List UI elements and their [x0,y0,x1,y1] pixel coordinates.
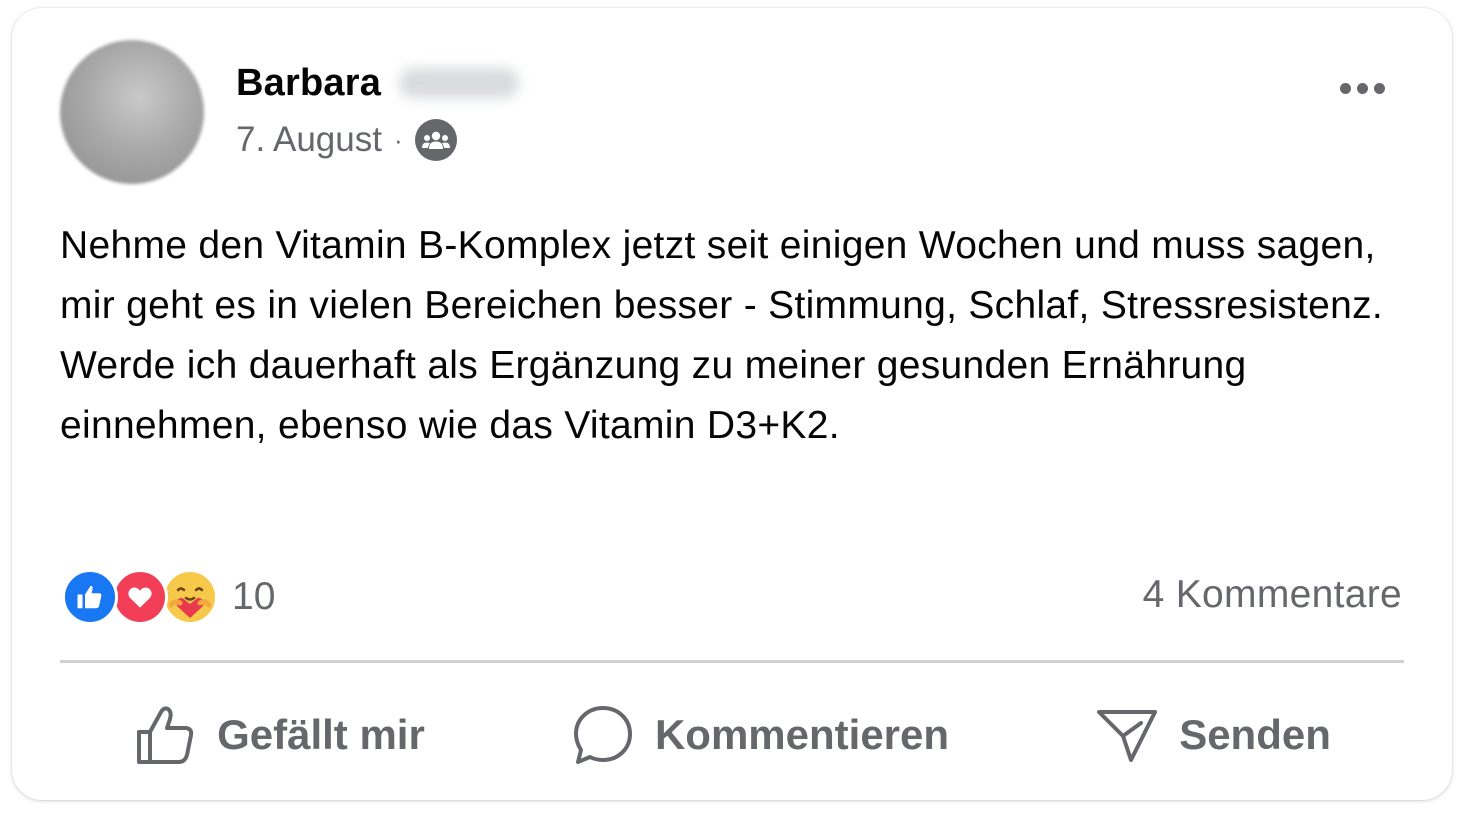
divider [60,660,1404,663]
post-text: Nehme den Vitamin B-Komplex jetzt seit e… [60,224,1384,447]
post-card: Barbara 7. August · Nehme den Vitamin B-… [12,8,1452,800]
reactions-summary[interactable]: 10 [62,568,275,626]
post-header: Barbara [236,60,520,106]
post-date[interactable]: 7. August [236,120,382,160]
blurred-surname [399,68,520,98]
comment-button[interactable]: Kommentieren [551,693,969,777]
comment-button-label: Kommentieren [654,711,950,758]
more-dot [1373,82,1385,94]
more-options-button[interactable] [1332,68,1392,108]
comments-count-link[interactable]: 4 Kommentare [1143,573,1402,617]
comment-bubble-icon [573,706,632,764]
more-dot [1356,82,1368,94]
care-reaction-icon [162,569,218,625]
thumbs-up-icon [137,706,194,764]
like-reaction-icon [62,569,118,625]
love-reaction-icon [112,569,168,625]
reaction-count[interactable]: 10 [232,575,275,619]
like-button[interactable]: Gefällt mir [113,693,445,777]
action-bar: Gefällt mir Kommentieren Senden [60,680,1404,790]
send-button-label: Senden [1179,711,1331,758]
author-name[interactable]: Barbara [236,62,381,105]
meta-separator: · [393,125,403,155]
send-button[interactable]: Senden [1075,693,1351,777]
more-dot [1339,82,1351,94]
avatar[interactable] [60,40,204,184]
send-icon [1097,710,1158,762]
like-button-label: Gefällt mir [217,711,425,758]
friends-icon[interactable] [414,119,457,161]
post-meta: 7. August · [236,118,457,162]
